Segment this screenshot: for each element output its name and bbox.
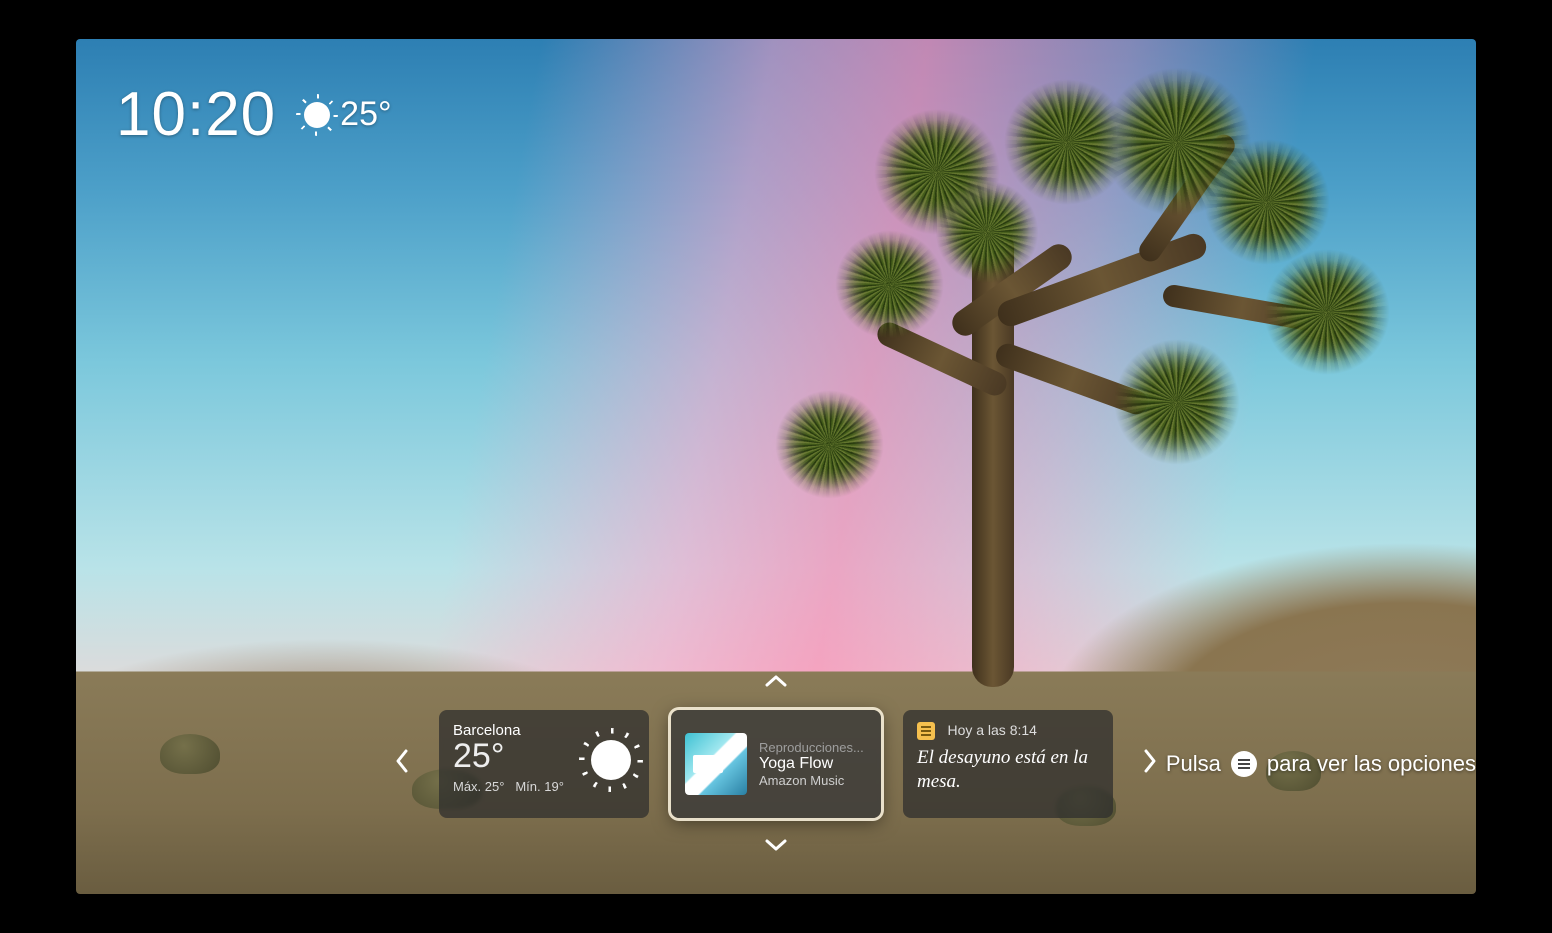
music-eyebrow: Reproducciones...: [759, 740, 864, 755]
music-provider: Amazon Music: [759, 773, 864, 788]
chevron-up-icon[interactable]: [764, 668, 788, 696]
clock: 10:20: [116, 79, 276, 150]
chevron-right-icon[interactable]: [1135, 748, 1165, 781]
sun-icon: [304, 102, 330, 128]
weather-card[interactable]: Barcelona 25° Máx. 25° Mín. 19°: [439, 710, 649, 818]
options-hint: Pulsa para ver las opciones: [1166, 751, 1476, 777]
hint-post: para ver las opciones: [1267, 751, 1476, 777]
sticky-note-card[interactable]: Hoy a las 8:14 El desayuno está en la me…: [903, 710, 1113, 818]
weather-mini: 25°: [304, 95, 391, 134]
note-message: El desayuno está en la mesa.: [917, 746, 1099, 794]
note-header: Hoy a las 8:14: [917, 722, 1099, 740]
music-card[interactable]: Reproducciones... Yoga Flow Amazon Music: [671, 710, 881, 818]
carousel-row: Barcelona 25° Máx. 25° Mín. 19° Reproduc…: [387, 710, 1165, 818]
current-temp: 25°: [340, 95, 391, 134]
ambient-home-screen: 10:20 25° Barcelona 25° Máx. 25°: [76, 39, 1476, 894]
widget-carousel: Barcelona 25° Máx. 25° Mín. 19° Reproduc…: [76, 668, 1476, 860]
album-art: [685, 733, 747, 795]
hint-pre: Pulsa: [1166, 751, 1221, 777]
chevron-down-icon[interactable]: [764, 832, 788, 860]
music-title: Yoga Flow: [759, 755, 864, 773]
wallpaper-tree: [692, 107, 1292, 747]
sun-icon: [591, 740, 631, 780]
menu-icon: [1231, 751, 1257, 777]
chevron-left-icon[interactable]: [387, 748, 417, 781]
note-time: Hoy a las 8:14: [947, 722, 1037, 738]
status-bar: 10:20 25°: [116, 79, 392, 150]
note-icon: [917, 722, 935, 740]
